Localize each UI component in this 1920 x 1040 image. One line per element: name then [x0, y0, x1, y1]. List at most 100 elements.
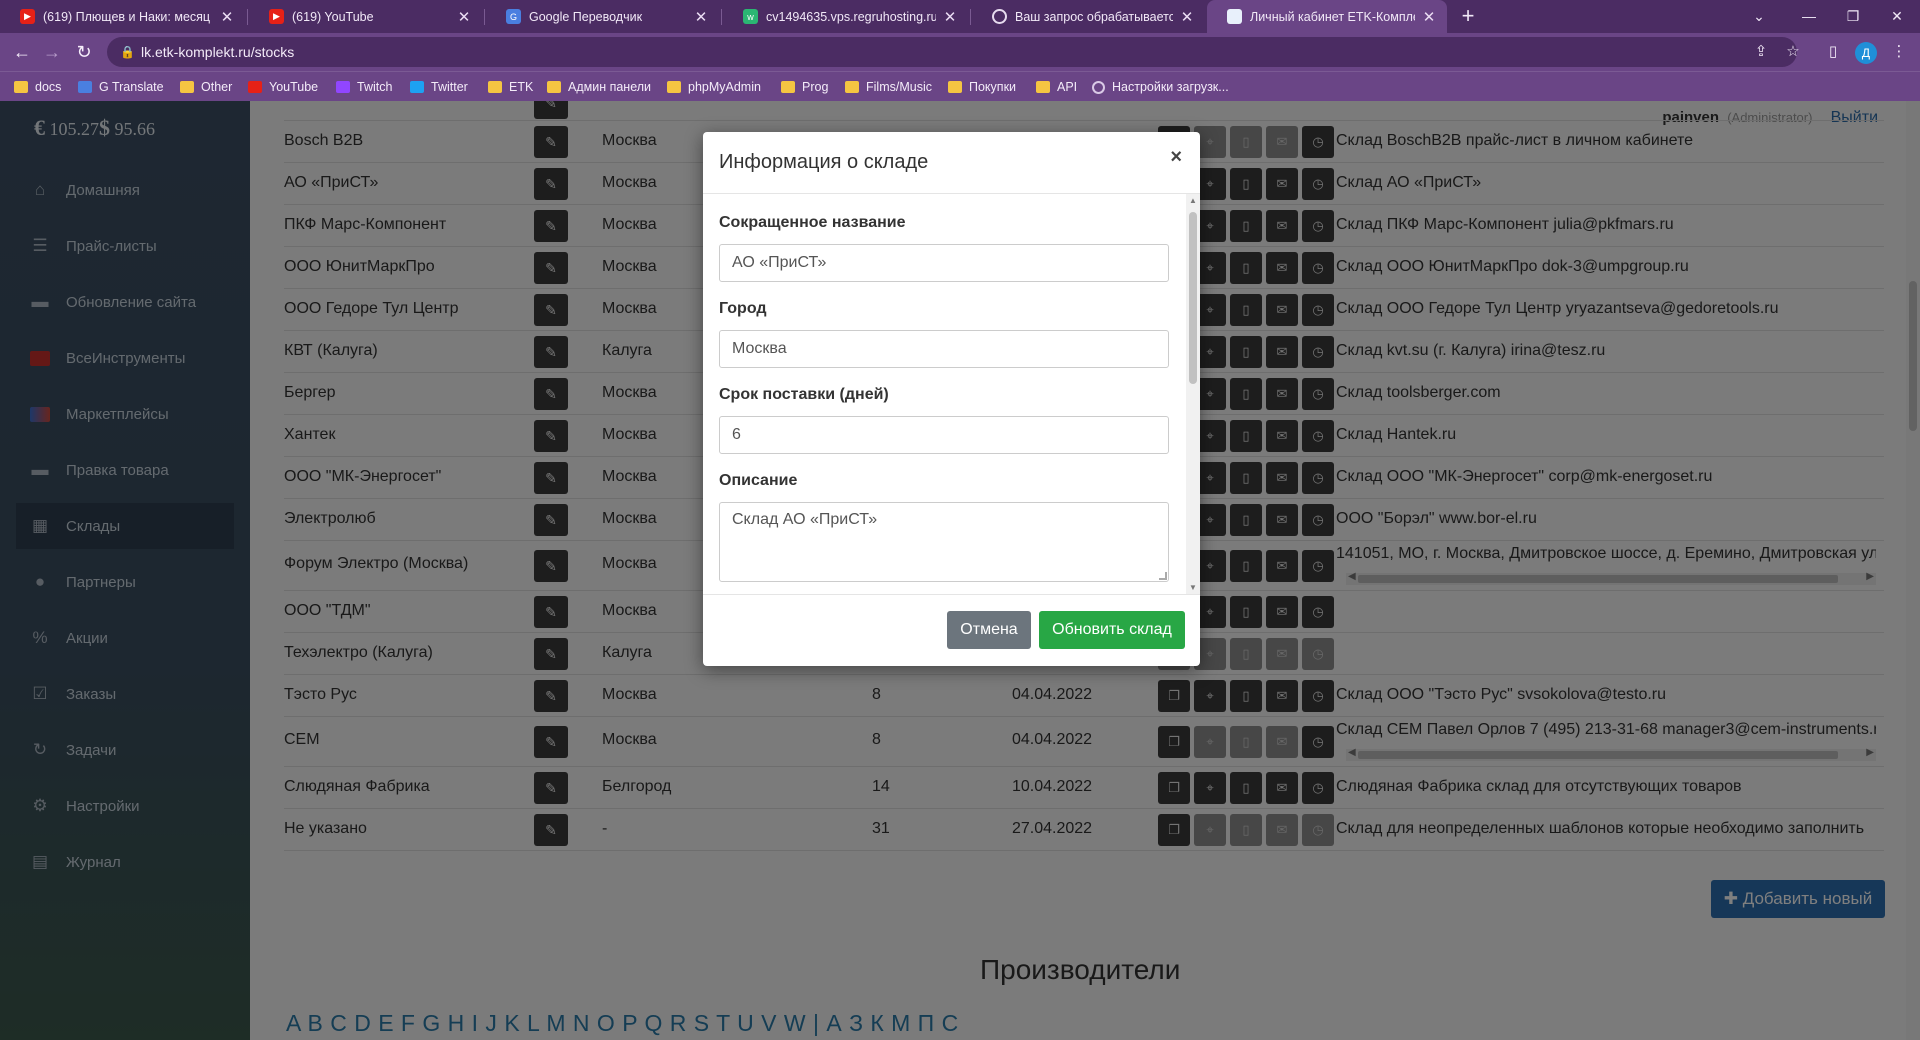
tab-separator: [484, 9, 485, 25]
modal-body: Сокращенное название АО «ПриСТ» Город Мо…: [703, 194, 1200, 594]
folder-icon: [1036, 81, 1050, 93]
bookmark-etk[interactable]: ETK: [488, 72, 533, 102]
close-icon[interactable]: ✕: [1179, 8, 1195, 26]
tab-title: Ваш запрос обрабатывается, по: [1015, 9, 1173, 24]
folder-icon: [547, 81, 561, 93]
bookmark-label: Prog: [802, 80, 829, 94]
bookmark-films-music[interactable]: Films/Music: [845, 72, 932, 102]
google-translate-icon: [78, 81, 92, 93]
folder-icon: [14, 81, 28, 93]
bookmark-twitch[interactable]: Twitch: [336, 72, 392, 102]
restore-button[interactable]: ❐: [1828, 0, 1878, 33]
bookmark-prog[interactable]: Prog: [781, 72, 828, 102]
close-icon[interactable]: ✕: [693, 8, 709, 26]
bookmark-label: docs: [35, 80, 62, 94]
close-icon[interactable]: ✕: [1421, 8, 1437, 26]
bookmark-label: YouTube: [269, 80, 319, 94]
delivery-days-label: Срок поставки (дней): [719, 386, 889, 403]
browser-tab-4[interactable]: w cv1494635.vps.regruhosting.ru:1 ✕: [723, 0, 968, 33]
modal-header: Информация о складе ×: [703, 132, 1200, 194]
close-icon[interactable]: ×: [1170, 146, 1182, 169]
modal-title: Информация о складе: [719, 151, 929, 173]
bookmark-purchases[interactable]: Покупки: [948, 72, 1016, 102]
description-label: Описание: [719, 472, 798, 489]
cancel-button[interactable]: Отмена: [947, 611, 1031, 649]
bookmark-admin-panels[interactable]: Админ панели: [547, 72, 651, 102]
tab-title: Google Переводчик: [529, 9, 643, 24]
share-icon[interactable]: ⇪: [1750, 41, 1772, 63]
webmin-icon: w: [743, 9, 758, 24]
description-textarea[interactable]: Склад АО «ПриСТ»: [719, 502, 1169, 582]
folder-icon: [845, 81, 859, 93]
bookmark-label: G Translate: [99, 80, 164, 94]
bookmark-twitter[interactable]: Twitter: [410, 72, 468, 102]
tab-separator: [970, 9, 971, 25]
globe-icon: [992, 9, 1007, 24]
tab-separator: [721, 9, 722, 25]
bookmark-label: Админ панели: [568, 80, 652, 94]
scroll-up-icon[interactable]: ▲: [1189, 196, 1197, 205]
short-name-input[interactable]: АО «ПриСТ»: [719, 244, 1169, 282]
twitter-icon: [410, 81, 424, 93]
bookmark-label: Twitter: [431, 80, 468, 94]
bookmark-other[interactable]: Other: [180, 72, 232, 102]
reload-icon[interactable]: ↻: [72, 40, 96, 64]
browser-tab-1[interactable]: ▶ (619) Плющев и Наки: месяц во ✕: [0, 0, 245, 33]
folder-icon: [948, 81, 962, 93]
scroll-down-icon[interactable]: ▼: [1189, 583, 1197, 592]
browser-tab-2[interactable]: ▶ (619) YouTube ✕: [249, 0, 482, 33]
new-tab-button[interactable]: +: [1455, 4, 1481, 30]
city-input[interactable]: Москва: [719, 330, 1169, 368]
delivery-days-input[interactable]: 6: [719, 416, 1169, 454]
url-input[interactable]: 🔒 lk.etk-komplekt.ru/stocks: [107, 37, 1797, 67]
bookmark-star-icon[interactable]: ☆: [1782, 41, 1804, 63]
update-warehouse-button[interactable]: Обновить склад: [1039, 611, 1185, 649]
bookmark-g-translate[interactable]: G Translate: [78, 72, 164, 102]
close-window-button[interactable]: ✕: [1872, 0, 1920, 33]
back-arrow-icon[interactable]: ←: [10, 40, 34, 64]
side-panel-icon[interactable]: ▯: [1822, 41, 1844, 63]
browser-tab-5[interactable]: Ваш запрос обрабатывается, по ✕: [972, 0, 1205, 33]
bookmark-label: Films/Music: [866, 80, 932, 94]
short-name-label: Сокращенное название: [719, 214, 906, 231]
minimize-button[interactable]: —: [1784, 0, 1834, 33]
bookmark-download-settings[interactable]: Настройки загрузк...: [1092, 72, 1229, 102]
scrollbar-thumb[interactable]: [1189, 212, 1197, 384]
address-bar: ← → ↻ 🔒 lk.etk-komplekt.ru/stocks ⇪ ☆ ▯ …: [0, 33, 1920, 71]
youtube-icon: ▶: [269, 9, 284, 24]
bookmark-api[interactable]: API: [1036, 72, 1077, 102]
tab-title: (619) Плющев и Наки: месяц во: [43, 9, 213, 24]
url-text: lk.etk-komplekt.ru/stocks: [141, 44, 295, 60]
forward-arrow-icon[interactable]: →: [40, 40, 64, 64]
more-menu-icon[interactable]: ⋮: [1888, 41, 1910, 63]
close-icon[interactable]: ✕: [456, 8, 472, 26]
modal-scrollbar[interactable]: ▲ ▼: [1186, 194, 1200, 594]
bookmark-phpmyadmin[interactable]: phpMyAdmin: [667, 72, 761, 102]
profile-avatar[interactable]: Д: [1855, 42, 1877, 64]
youtube-icon: [248, 81, 262, 93]
bookmark-label: Покупки: [969, 80, 1017, 94]
browser-tab-bar: ▶ (619) Плющев и Наки: месяц во ✕ ▶ (619…: [0, 0, 1920, 33]
globe-icon: [1092, 80, 1105, 94]
city-label: Город: [719, 300, 767, 317]
tab-separator: [247, 9, 248, 25]
tab-title: cv1494635.vps.regruhosting.ru:1: [766, 9, 936, 24]
resize-grip-icon[interactable]: [1159, 572, 1167, 580]
tab-search-icon[interactable]: ⌄: [1734, 0, 1784, 33]
folder-icon: [781, 81, 795, 93]
bookmark-label: Other: [201, 80, 233, 94]
browser-tab-6-active[interactable]: Личный кабинет ETK-Комплект ✕: [1207, 0, 1447, 33]
browser-tab-3[interactable]: G Google Переводчик ✕: [486, 0, 719, 33]
close-icon[interactable]: ✕: [219, 8, 235, 26]
twitch-icon: [336, 81, 350, 93]
bookmark-label: API: [1057, 80, 1078, 94]
bookmark-docs[interactable]: docs: [14, 72, 61, 102]
bookmarks-bar: docs G Translate Other YouTube Twitch Tw…: [0, 71, 1920, 101]
folder-icon: [488, 81, 502, 93]
bookmark-youtube[interactable]: YouTube: [248, 72, 318, 102]
tab-title: (619) YouTube: [292, 9, 374, 24]
folder-icon: [180, 81, 194, 93]
close-icon[interactable]: ✕: [942, 8, 958, 26]
warehouse-info-modal: Информация о складе × Сокращенное назван…: [703, 132, 1200, 666]
folder-icon: [667, 81, 681, 93]
